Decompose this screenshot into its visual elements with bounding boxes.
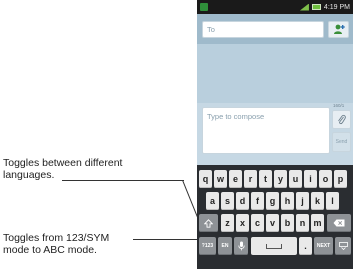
key-p[interactable]: p — [334, 170, 347, 188]
contact-add-icon — [333, 24, 345, 34]
keyboard-hide-icon — [338, 242, 348, 250]
key-z[interactable]: z — [221, 214, 234, 232]
shift-key[interactable] — [199, 214, 218, 232]
key-l[interactable]: l — [326, 192, 339, 210]
recipient-row: To — [197, 14, 353, 44]
key-m[interactable]: m — [311, 214, 324, 232]
key-d[interactable]: d — [236, 192, 249, 210]
shift-icon — [204, 218, 213, 228]
symbols-toggle-key[interactable]: ?123 — [199, 237, 216, 255]
message-thread-area — [197, 44, 353, 103]
key-y[interactable]: y — [274, 170, 287, 188]
key-n[interactable]: n — [296, 214, 309, 232]
paperclip-icon — [338, 114, 346, 125]
key-o[interactable]: o — [319, 170, 332, 188]
recipient-input[interactable]: To — [202, 21, 324, 38]
signal-icon — [299, 3, 309, 11]
key-t[interactable]: t — [259, 170, 272, 188]
language-toggle-key[interactable]: EN — [218, 237, 232, 255]
backspace-icon — [333, 219, 345, 227]
add-contact-button[interactable] — [328, 21, 349, 38]
key-j[interactable]: j — [296, 192, 309, 210]
next-key[interactable]: NEXT — [314, 237, 333, 255]
symbols-callout-text: Toggles from 123/SYM mode to ABC mode. — [3, 232, 110, 256]
period-key[interactable]: . — [299, 237, 312, 255]
microphone-key[interactable] — [234, 237, 248, 255]
key-k[interactable]: k — [311, 192, 324, 210]
battery-icon — [311, 4, 321, 10]
key-r[interactable]: r — [244, 170, 257, 188]
key-i[interactable]: i — [304, 170, 317, 188]
key-b[interactable]: b — [281, 214, 294, 232]
key-a[interactable]: a — [206, 192, 219, 210]
backspace-key[interactable] — [327, 214, 351, 232]
status-bar: 4:19 PM — [197, 0, 353, 14]
key-x[interactable]: x — [236, 214, 249, 232]
attach-button[interactable] — [332, 110, 351, 129]
key-w[interactable]: w — [214, 170, 227, 188]
language-callout-text: Toggles between different languages. — [3, 157, 123, 181]
send-button[interactable]: Send — [332, 132, 351, 152]
key-g[interactable]: g — [266, 192, 279, 210]
on-screen-keyboard: q w e r t y u i o p a s d f g h j k l z … — [197, 165, 353, 269]
language-callout-leader — [62, 180, 184, 181]
hide-keyboard-key[interactable] — [335, 237, 351, 255]
space-icon — [266, 243, 282, 249]
notification-icon — [200, 3, 208, 11]
key-f[interactable]: f — [251, 192, 264, 210]
phone-screen: 4:19 PM To Type to compose 160/1 Send q … — [197, 0, 353, 269]
key-c[interactable]: c — [251, 214, 264, 232]
compose-row: Type to compose 160/1 Send — [197, 103, 353, 165]
key-v[interactable]: v — [266, 214, 279, 232]
message-input[interactable]: Type to compose — [202, 107, 330, 154]
microphone-icon — [237, 241, 245, 251]
character-counter: 160/1 — [333, 103, 345, 108]
space-key[interactable] — [251, 237, 297, 255]
key-q[interactable]: q — [199, 170, 212, 188]
key-s[interactable]: s — [221, 192, 234, 210]
status-time: 4:19 PM — [323, 3, 350, 11]
key-u[interactable]: u — [289, 170, 302, 188]
key-e[interactable]: e — [229, 170, 242, 188]
key-h[interactable]: h — [281, 192, 294, 210]
